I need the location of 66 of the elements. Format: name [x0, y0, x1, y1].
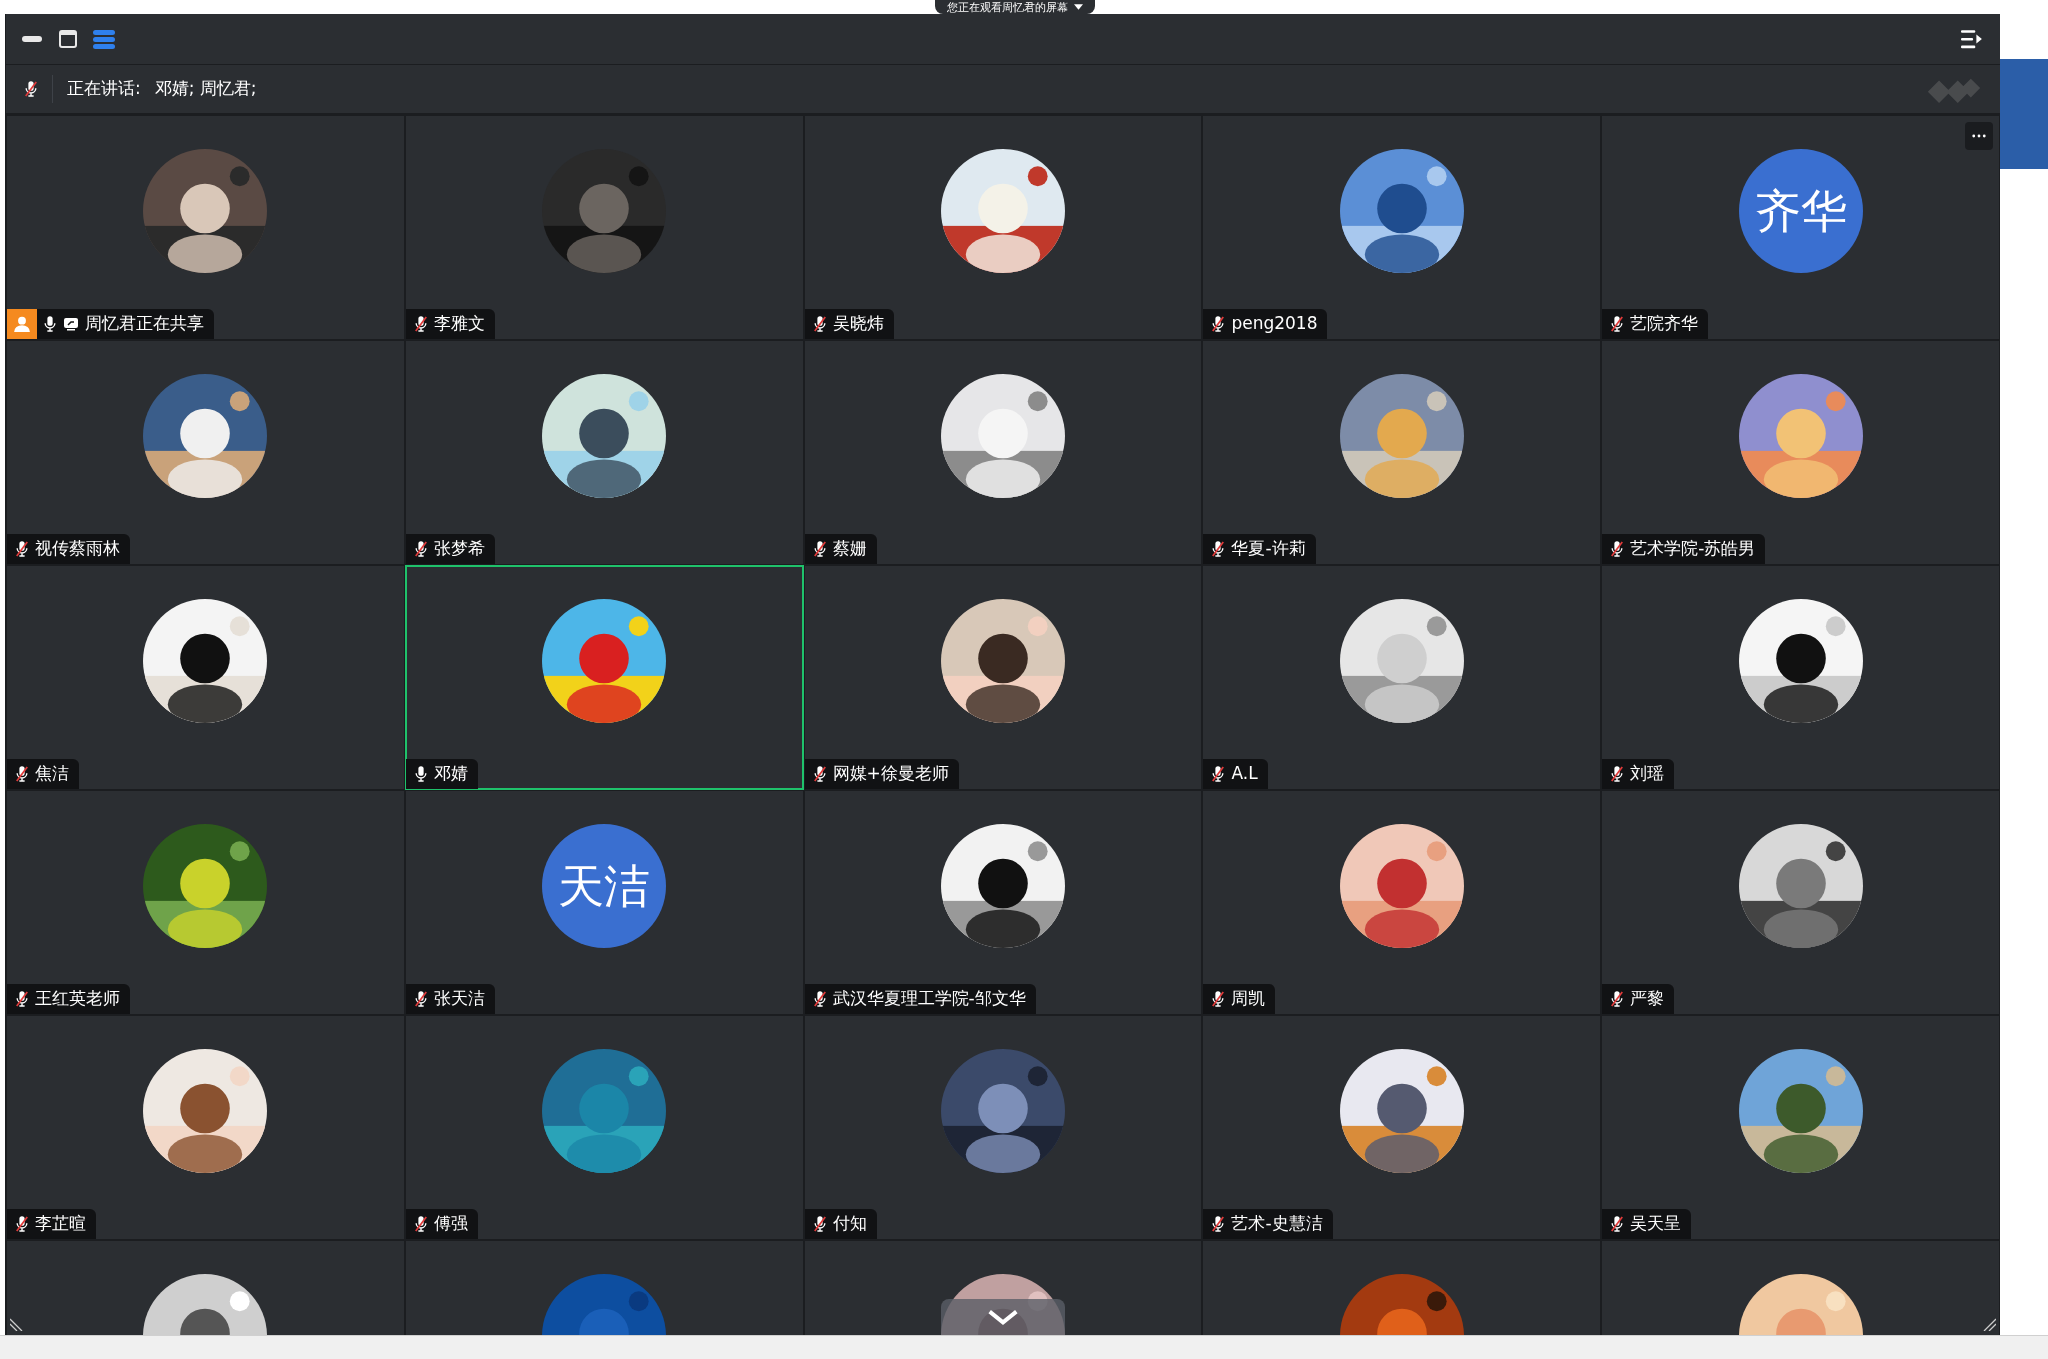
- screen-share-icon: [63, 317, 79, 331]
- mic-muted-icon: [24, 80, 38, 98]
- dropdown-icon: [1074, 4, 1083, 10]
- participant-name: 艺院齐华: [1630, 312, 1699, 336]
- video-tile[interactable]: 武汉华夏理工学院-邹文华: [803, 790, 1203, 1015]
- video-tile[interactable]: 李雅文: [404, 115, 804, 340]
- video-tile[interactable]: 艺术-史慧洁: [1202, 1015, 1602, 1240]
- participant-name: 焦洁: [35, 762, 69, 786]
- video-tile[interactable]: 华夏-许莉: [1202, 340, 1602, 565]
- video-tile[interactable]: 焦洁: [6, 565, 405, 790]
- speaking-names: 邓婧; 周忆君;: [154, 77, 257, 101]
- share-banner[interactable]: 您正在观看周忆君的屏幕: [935, 0, 1095, 14]
- video-tile[interactable]: 天洁 张天洁: [404, 790, 804, 1015]
- participant-name: 周凯: [1231, 987, 1266, 1011]
- video-tile[interactable]: 李芷暄: [6, 1015, 405, 1240]
- participant-name: 傅强: [433, 1212, 468, 1236]
- video-tile[interactable]: 邓婧: [404, 565, 804, 790]
- maximize-button[interactable]: [57, 28, 79, 50]
- participant-name: 李雅文: [433, 312, 485, 336]
- participant-name: 张梦希: [433, 537, 485, 561]
- participant-name: 吴天呈: [1630, 1212, 1682, 1236]
- video-tile[interactable]: 网媒+徐曼老师: [803, 565, 1203, 790]
- video-tile[interactable]: 周忆君正在共享: [6, 115, 405, 340]
- chevron-down-icon: [986, 1309, 1020, 1325]
- participant-name: 吴晓炜: [832, 312, 884, 336]
- more-icon: [1972, 134, 1986, 138]
- video-tile[interactable]: 傅强: [404, 1015, 804, 1240]
- participant-name: 蔡姗: [832, 537, 867, 561]
- avatar: 齐华: [1738, 149, 1863, 273]
- participant-name: A.L: [1231, 762, 1258, 786]
- video-tile[interactable]: 吴天呈: [1601, 1015, 2000, 1240]
- participant-name: 王红英老师: [35, 987, 120, 1011]
- video-tile[interactable]: 蔡姗: [803, 340, 1203, 565]
- participant-name: 张天洁: [433, 987, 485, 1011]
- user-icon: [7, 309, 37, 339]
- participant-name: 华夏-许莉: [1231, 537, 1306, 561]
- video-tile[interactable]: 周凯: [1202, 790, 1602, 1015]
- participant-name: 严黎: [1630, 987, 1665, 1011]
- participant-name: 艺术学院-苏皓男: [1630, 537, 1756, 561]
- video-tile[interactable]: 王红英老师: [6, 790, 405, 1015]
- participant-name: 周忆君正在共享: [85, 312, 204, 336]
- participant-name: peng2018: [1231, 312, 1318, 336]
- participant-name: 网媒+徐曼老师: [832, 762, 949, 786]
- participant-name: 艺术-史慧洁: [1231, 1212, 1323, 1236]
- participant-name: 付知: [832, 1212, 867, 1236]
- more-button[interactable]: [1965, 122, 1993, 150]
- participant-name: 邓婧: [433, 762, 468, 786]
- video-tile[interactable]: peng2018: [1202, 115, 1602, 340]
- video-tile[interactable]: 张梦希: [404, 340, 804, 565]
- participant-name: 武汉华夏理工学院-邹文华: [832, 987, 1026, 1011]
- video-tile[interactable]: 严黎: [1601, 790, 2000, 1015]
- scroll-down-button[interactable]: [941, 1299, 1065, 1335]
- speaking-label: 正在讲话:: [67, 77, 141, 101]
- video-tile[interactable]: 吴晓炜: [803, 115, 1203, 340]
- video-tile[interactable]: 视传蔡雨林: [6, 340, 405, 565]
- participant-name: 李芷暄: [35, 1212, 86, 1236]
- banner-text: 您正在观看周忆君的屏幕: [947, 1, 1068, 13]
- participant-name: 视传蔡雨林: [35, 537, 120, 561]
- video-tile[interactable]: A.L: [1202, 565, 1602, 790]
- video-tile[interactable]: 付知: [803, 1015, 1203, 1240]
- avatar: 天洁: [542, 824, 667, 948]
- video-tile[interactable]: 艺术学院-苏皓男: [1601, 340, 2000, 565]
- video-tile[interactable]: 刘瑶: [1601, 565, 2000, 790]
- video-tile[interactable]: 齐华 艺院齐华: [1601, 115, 2000, 340]
- layout-button[interactable]: [93, 28, 115, 50]
- participant-name: 刘瑶: [1630, 762, 1665, 786]
